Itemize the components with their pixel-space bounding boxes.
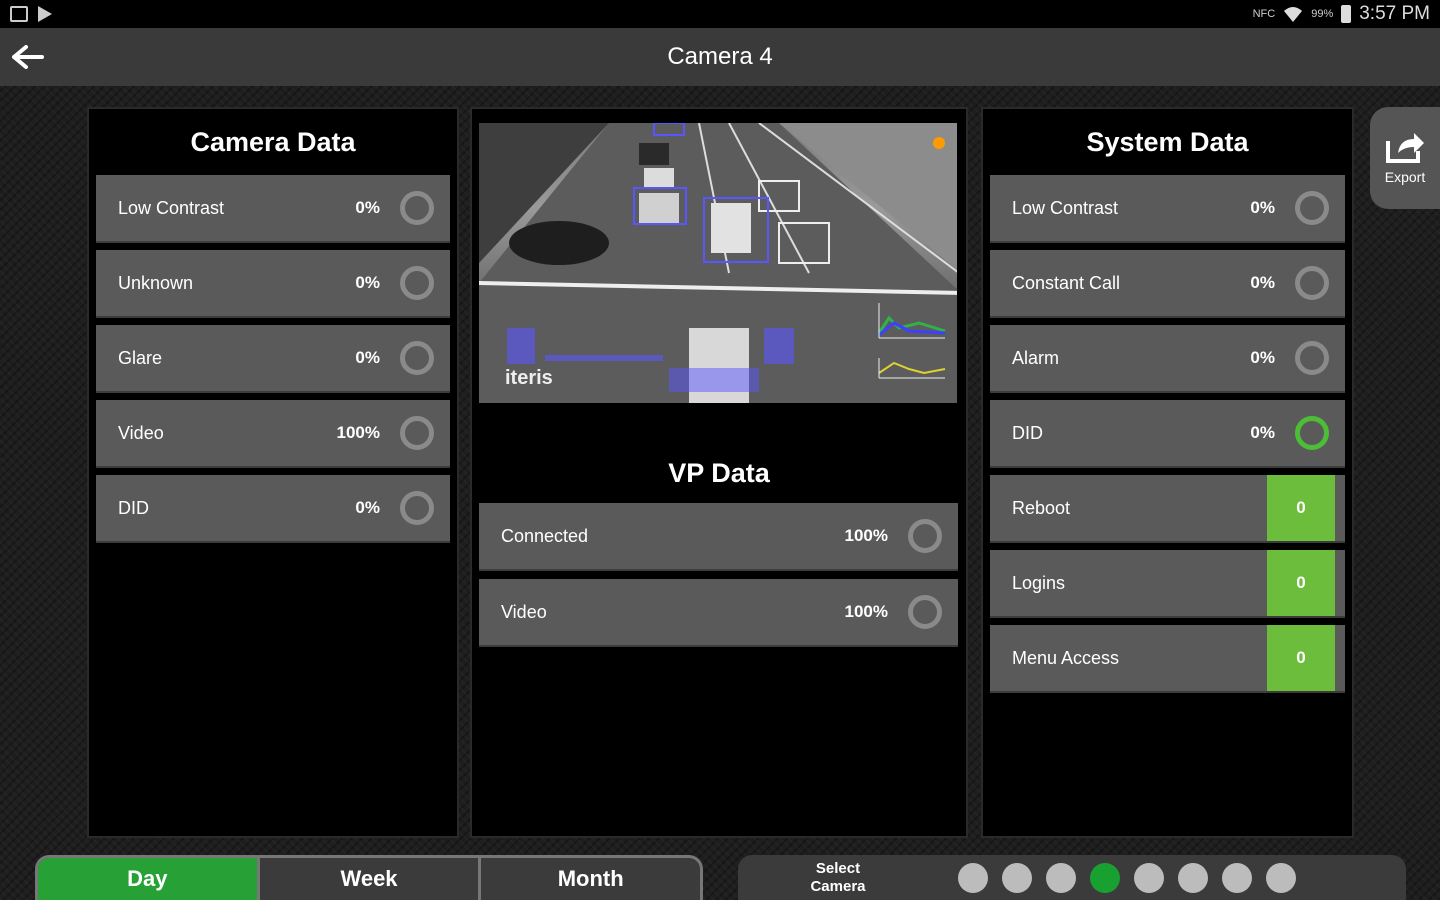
vp-data-title: VP Data [668,458,770,488]
vp-data-row-connected[interactable]: Connected 100% [479,503,958,571]
system-data-row-low-contrast[interactable]: Low Contrast 0% [990,175,1345,243]
system-data-list: Low Contrast 0% Constant Call 0% Alarm 0% DID 0… [983,175,1352,468]
app-bar: Camera 4 [0,28,1440,86]
select-camera-label: Select Camera [810,859,866,895]
system-data-row-did[interactable]: DID 0% [990,400,1345,468]
system-data-row-constant-call[interactable]: Constant Call 0% [990,250,1345,318]
camera-data-row-glare[interactable]: Glare 0% [96,325,450,393]
system-data-row-label: Low Contrast [1012,197,1119,218]
camera-data-row-value: 100% [336,423,380,442]
status-ring-icon [400,341,434,375]
system-counter-value: 0 [1267,475,1335,541]
notification-icon [10,6,28,22]
status-ring-icon [400,266,434,300]
camera-data-row-label: Glare [118,347,163,368]
system-counter-label: Reboot [1012,497,1071,518]
system-counter-list: Reboot 0 Logins 0 Menu Access 0 [983,475,1352,693]
system-data-row-value: 0% [1250,348,1275,367]
system-data-row-value: 0% [1250,198,1275,217]
system-counter-label: Menu Access [1012,647,1120,668]
camera-data-row-label: Low Contrast [118,197,225,218]
system-data-row-alarm[interactable]: Alarm 0% [990,325,1345,393]
nfc-indicator: NFC [1252,8,1276,20]
tab-month[interactable]: Month [481,858,700,900]
camera-dot-6[interactable] [1178,862,1208,893]
period-selector: Day Week Month [35,855,703,900]
video-scene [479,123,957,403]
status-ring-icon [1295,341,1329,375]
export-button[interactable]: Export [1370,107,1440,209]
system-data-row-label: Constant Call [1012,272,1121,293]
status-bar: NFC 99% 3:57 PM [0,0,1440,28]
camera-data-panel: Camera Data Low Contrast 0% Unknown 0% Glare… [87,107,459,838]
system-data-panel: System Data Low Contrast 0% Constant Call 0… [981,107,1354,838]
camera-data-title: Camera Data [190,126,356,157]
system-data-row-value: 0% [1250,273,1275,292]
camera-dot-8[interactable] [1266,862,1296,893]
camera-data-row-label: Video [118,422,164,443]
system-counter-value: 0 [1267,625,1335,691]
tab-week[interactable]: Week [260,858,482,900]
camera-dot-2[interactable] [1002,862,1032,893]
camera-dot-list [958,862,1296,893]
system-counter-row-reboot[interactable]: Reboot 0 [990,475,1345,543]
status-time: 3:57 PM [1359,3,1430,24]
camera-dot-4[interactable] [1090,862,1120,893]
status-ring-icon [400,191,434,225]
status-ring-icon [908,519,942,553]
camera-data-row-video[interactable]: Video 100% [96,400,450,468]
camera-data-row-unknown[interactable]: Unknown 0% [96,250,450,318]
camera-dot-1[interactable] [958,862,988,893]
export-label: Export [1384,169,1426,185]
vp-data-list: Connected 100% Video 100% [472,503,966,647]
video-watermark: iteris [505,367,553,389]
play-store-icon [38,6,52,22]
vp-data-row-label: Connected [501,525,589,546]
battery-icon [1341,5,1352,23]
battery-percent: 99% [1311,8,1334,20]
arrow-left-icon [12,45,44,69]
camera-data-row-did[interactable]: DID 0% [96,475,450,543]
vp-data-panel: iteris VP Data Connected 100% Video 100% [470,107,968,838]
camera-dot-3[interactable] [1046,862,1076,893]
vp-data-row-label: Video [501,601,547,622]
camera-data-row-value: 0% [355,498,380,517]
system-counter-label: Logins [1012,572,1066,593]
camera-data-row-label: DID [118,497,149,518]
status-ring-icon [1295,191,1329,225]
vp-data-row-value: 100% [844,526,888,545]
vp-data-row-value: 100% [844,602,888,621]
camera-selector: Select Camera [738,855,1406,900]
camera-data-row-value: 0% [355,198,380,217]
system-counter-row-menu-access[interactable]: Menu Access 0 [990,625,1345,693]
system-data-row-value: 0% [1250,423,1275,442]
status-ring-icon [908,595,942,629]
camera-video-feed[interactable]: iteris [479,123,957,403]
system-data-title: System Data [1086,126,1249,157]
vp-data-row-video[interactable]: Video 100% [479,579,958,647]
system-counter-value: 0 [1267,550,1335,616]
system-data-row-label: Alarm [1012,347,1060,368]
camera-data-list: Low Contrast 0% Unknown 0% Glare 0% Video 100% D… [89,175,457,543]
export-icon [1386,133,1424,163]
camera-dot-7[interactable] [1222,862,1252,893]
camera-data-row-value: 0% [355,273,380,292]
status-ring-icon [400,416,434,450]
camera-data-row-low-contrast[interactable]: Low Contrast 0% [96,175,450,243]
wifi-icon [1284,7,1303,22]
page-title: Camera 4 [667,43,773,70]
tab-day[interactable]: Day [38,858,260,900]
status-ring-icon [1295,266,1329,300]
system-data-row-label: DID [1012,422,1043,443]
status-left [10,6,52,22]
status-ring-icon [400,491,434,525]
camera-data-row-value: 0% [355,348,380,367]
camera-data-row-label: Unknown [118,272,194,293]
status-ring-icon [1295,416,1329,450]
status-right: NFC 99% 3:57 PM [1253,3,1430,25]
camera-dot-5[interactable] [1134,862,1164,893]
back-button[interactable] [10,40,46,74]
system-counter-row-logins[interactable]: Logins 0 [990,550,1345,618]
